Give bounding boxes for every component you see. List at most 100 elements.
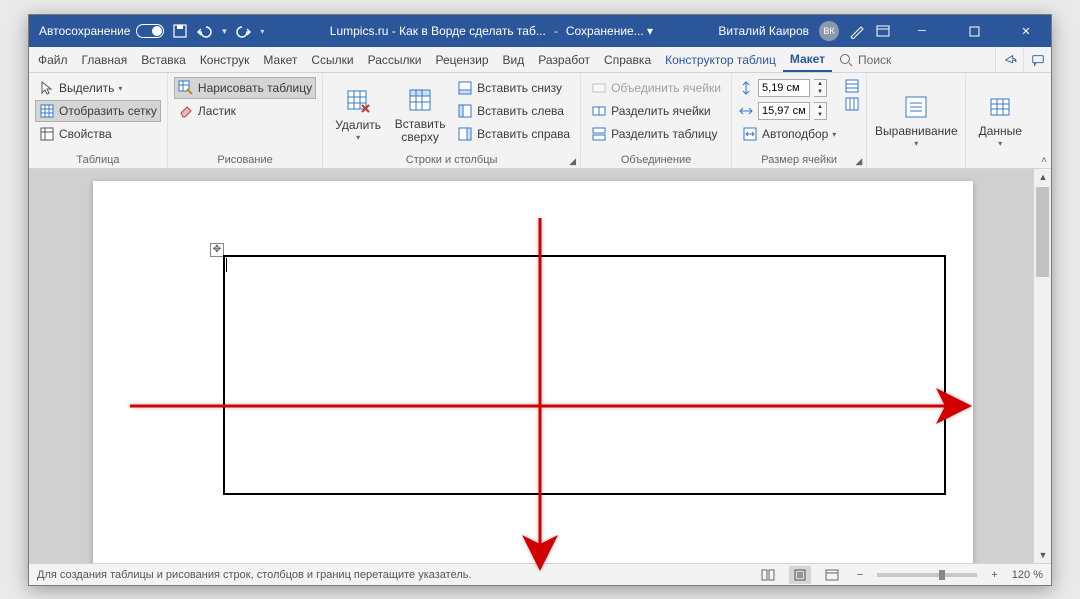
group-draw-label: Рисование [174, 153, 316, 166]
zoom-out-button[interactable]: − [853, 569, 867, 581]
tab-view[interactable]: Вид [496, 47, 532, 72]
row-height-field[interactable]: ▲▼ [738, 77, 840, 99]
scroll-up-icon[interactable]: ▲ [1034, 169, 1052, 185]
user-name[interactable]: Виталий Каиров [718, 24, 809, 38]
zoom-slider[interactable] [877, 573, 977, 577]
autofit-label: Автоподбор [762, 127, 828, 141]
insert-below-button[interactable]: Вставить снизу [453, 77, 574, 99]
scroll-thumb[interactable] [1036, 187, 1049, 277]
dialog-launcher-icon[interactable]: ◢ [569, 156, 576, 167]
vertical-scrollbar[interactable]: ▲ ▼ [1033, 169, 1051, 563]
insert-above-icon [406, 86, 434, 114]
tab-review[interactable]: Рецензир [428, 47, 495, 72]
minimize-button[interactable]: ─ [901, 15, 943, 47]
share-button[interactable] [995, 47, 1023, 72]
undo-icon[interactable] [196, 23, 212, 39]
data-button[interactable]: Данные▾ [972, 77, 1028, 165]
properties-button[interactable]: Свойства [35, 123, 161, 145]
collapse-ribbon-icon[interactable]: ˄ [1041, 155, 1047, 166]
col-width-field[interactable]: ▲▼ [738, 100, 840, 122]
autofit-button[interactable]: Автоподбор▾ [738, 123, 840, 145]
app-window: Автосохранение ▼ ▾ Lumpics.ru - Как в Во… [28, 14, 1052, 586]
group-table: Выделить▾ Отобразить сетку Свойства Табл… [29, 73, 168, 168]
autosave-toggle[interactable]: Автосохранение [39, 24, 164, 38]
properties-label: Свойства [59, 127, 112, 141]
cursor-icon [39, 80, 55, 96]
save-icon[interactable] [172, 23, 188, 39]
insert-right-button[interactable]: Вставить справа [453, 123, 574, 145]
avatar[interactable]: ВК [819, 21, 839, 41]
insert-above-label: Вставить сверху [393, 118, 447, 144]
width-icon [738, 103, 754, 119]
group-cellsize-label: Размер ячейки◢ [738, 153, 860, 166]
distribute-cols-icon[interactable] [844, 96, 860, 112]
group-rows-cols: Удалить▾ Вставить сверху Вставить снизу … [323, 73, 581, 168]
alignment-button[interactable]: Выравнивание▾ [873, 77, 959, 165]
split-cells-button[interactable]: Разделить ячейки [587, 100, 725, 122]
tab-table-design[interactable]: Конструктор таблиц [658, 47, 783, 72]
eraser-button[interactable]: Ластик [174, 100, 316, 122]
web-layout-icon[interactable] [821, 566, 843, 584]
delete-button[interactable]: Удалить▾ [329, 77, 387, 153]
height-spinner[interactable]: ▲▼ [814, 79, 827, 97]
draw-mode-icon[interactable] [849, 23, 865, 39]
table[interactable] [223, 255, 946, 495]
tab-developer[interactable]: Разработ [531, 47, 597, 72]
group-merge-label: Объединение [587, 153, 725, 166]
draw-table-button[interactable]: Нарисовать таблицу [174, 77, 316, 99]
dialog-launcher-icon[interactable]: ◢ [855, 156, 862, 167]
data-label: Данные [979, 125, 1022, 138]
group-cellsize: ▲▼ ▲▼ Автоподбор▾ Ра [732, 73, 867, 168]
alignment-label: Выравнивание [875, 125, 958, 138]
gridlines-button[interactable]: Отобразить сетку [35, 100, 161, 122]
tab-insert[interactable]: Вставка [134, 47, 193, 72]
zoom-thumb[interactable] [939, 570, 945, 580]
group-merge: Объединить ячейки Разделить ячейки Разде… [581, 73, 732, 168]
split-table-button[interactable]: Разделить таблицу [587, 123, 725, 145]
tab-mailings[interactable]: Рассылки [361, 47, 429, 72]
print-layout-icon[interactable] [789, 566, 811, 584]
text-cursor [226, 258, 227, 272]
tab-home[interactable]: Главная [75, 47, 135, 72]
maximize-button[interactable] [953, 15, 995, 47]
tab-help[interactable]: Справка [597, 47, 658, 72]
tab-file[interactable]: Файл [31, 47, 75, 72]
split-table-label: Разделить таблицу [611, 127, 717, 141]
group-draw: Нарисовать таблицу Ластик Рисование [168, 73, 323, 168]
saving-status[interactable]: Сохранение... ▾ [566, 24, 653, 38]
insert-right-icon [457, 126, 473, 142]
insert-left-button[interactable]: Вставить слева [453, 100, 574, 122]
read-mode-icon[interactable] [757, 566, 779, 584]
ribbon-display-icon[interactable] [875, 23, 891, 39]
properties-icon [39, 126, 55, 142]
undo-drop-icon[interactable]: ▼ [220, 27, 228, 36]
split-table-icon [591, 126, 607, 142]
tab-layout[interactable]: Макет [256, 47, 304, 72]
width-spinner[interactable]: ▲▼ [814, 102, 827, 120]
tab-references[interactable]: Ссылки [304, 47, 360, 72]
select-label: Выделить [59, 81, 114, 95]
zoom-in-button[interactable]: + [987, 569, 1001, 581]
select-button[interactable]: Выделить▾ [35, 77, 161, 99]
insert-above-button[interactable]: Вставить сверху [391, 77, 449, 153]
group-alignment-label [873, 165, 959, 166]
autofit-icon [742, 126, 758, 142]
close-button[interactable]: ✕ [1005, 15, 1047, 47]
comments-button[interactable] [1023, 47, 1051, 72]
doc-title: Lumpics.ru - Как в Ворде сделать таб... [330, 24, 546, 38]
height-icon [738, 80, 754, 96]
redo-icon[interactable] [236, 23, 252, 39]
search-box[interactable]: Поиск [838, 47, 891, 72]
table-move-handle-icon[interactable]: ✥ [210, 243, 224, 257]
scroll-down-icon[interactable]: ▼ [1034, 547, 1052, 563]
tab-design[interactable]: Конструк [193, 47, 257, 72]
merge-icon [591, 80, 607, 96]
distribute-rows-icon[interactable] [844, 78, 860, 94]
document-area[interactable]: ✥ [29, 169, 1033, 563]
group-rowscols-label: Строки и столбцы◢ [329, 153, 574, 166]
autosave-label: Автосохранение [39, 24, 130, 38]
width-input[interactable] [758, 102, 810, 120]
tab-table-layout[interactable]: Макет [783, 47, 832, 72]
zoom-level[interactable]: 120 % [1012, 569, 1043, 581]
height-input[interactable] [758, 79, 810, 97]
